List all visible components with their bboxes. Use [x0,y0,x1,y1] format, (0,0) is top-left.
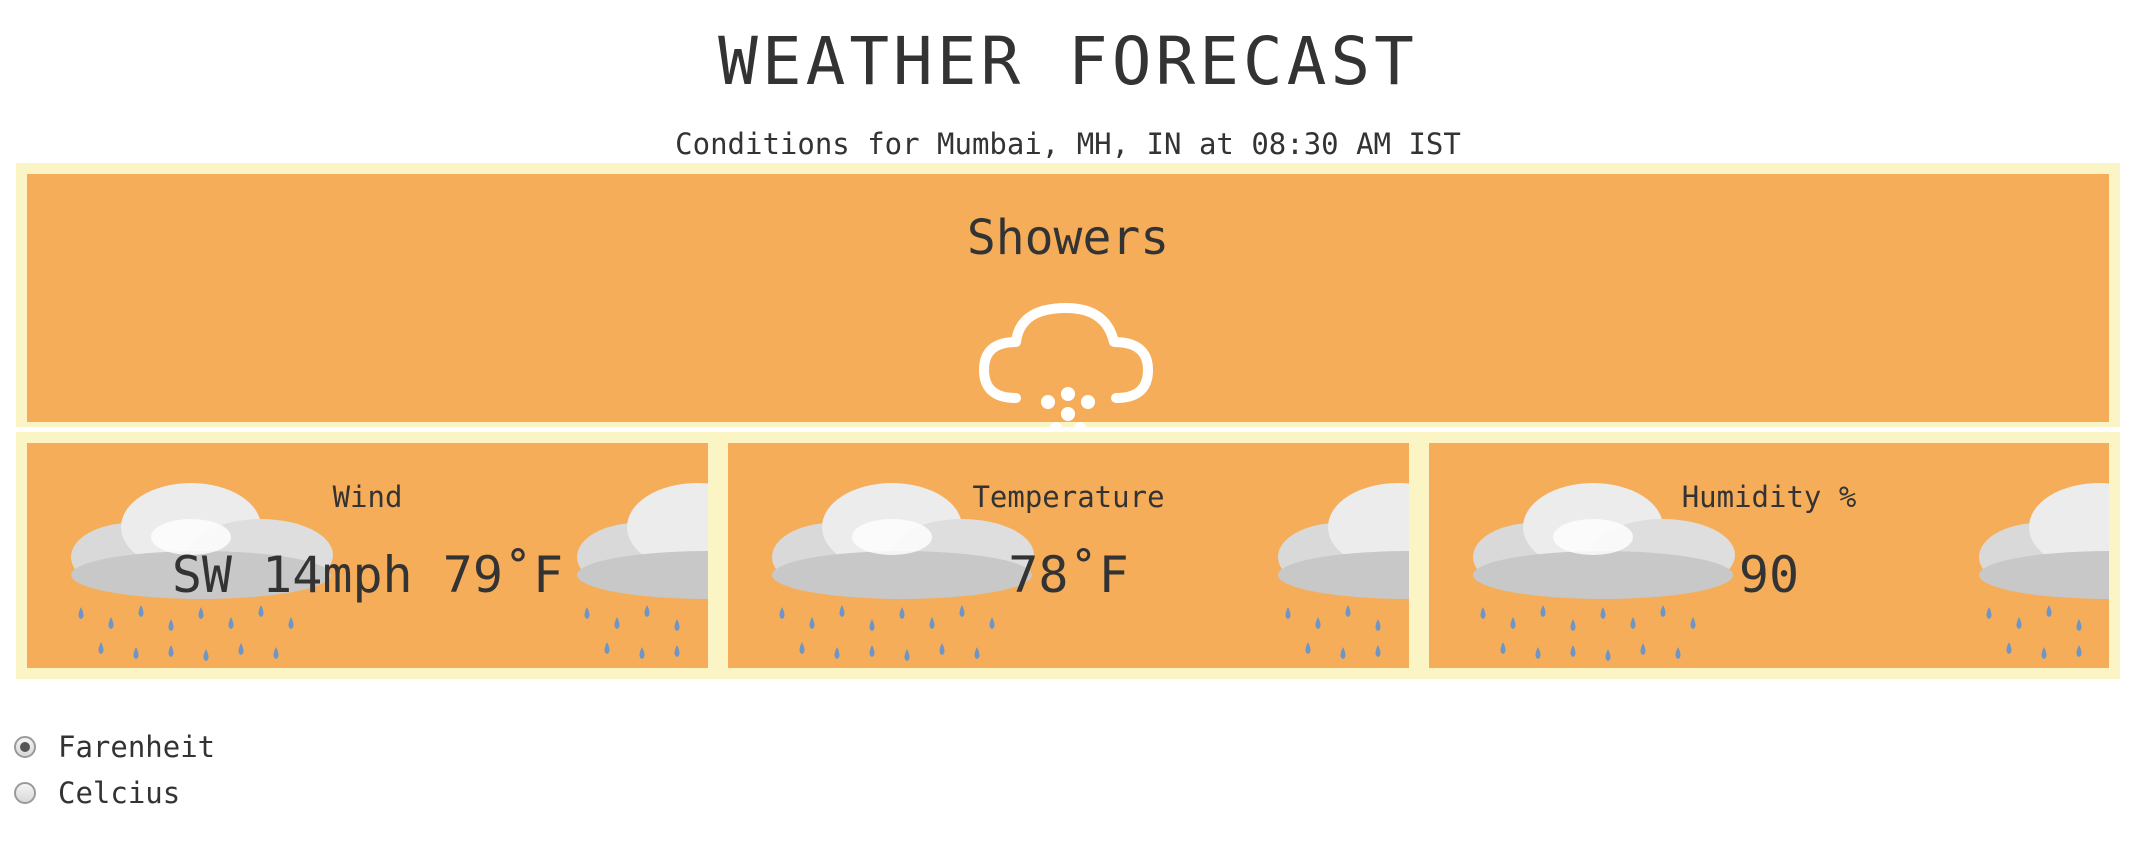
temperature-label: Temperature [972,480,1165,514]
wind-value: SW 14mph 79˚F [171,546,564,604]
farenheit-label[interactable]: Farenheit [58,730,215,764]
cloud-showers-icon [979,303,1153,434]
page-title: WEATHER FORECAST [718,23,1418,100]
unit-option-celcius[interactable]: Celcius [14,770,215,816]
humidity-label: Humidity % [1681,480,1857,514]
unit-selector: Farenheit Celcius [14,724,215,816]
wind-label: Wind [332,480,403,514]
farenheit-radio[interactable] [14,736,36,758]
unit-option-farenheit[interactable]: Farenheit [14,724,215,770]
humidity-card-body: Humidity % 90 [1429,443,2109,668]
wind-card-body: Wind SW 14mph 79˚F [27,443,708,668]
celcius-radio[interactable] [14,782,36,804]
humidity-value: 90 [1738,546,1800,604]
temperature-card-body: Temperature 78˚F [728,443,1409,668]
celcius-label[interactable]: Celcius [58,776,180,810]
temperature-value: 78˚F [1008,546,1129,604]
condition-text: Showers [966,210,1170,266]
location-subtitle: Conditions for Mumbai, MH, IN at 08:30 A… [675,127,1461,161]
weather-app: WEATHER FORECAST Conditions for Mumbai, … [0,0,2136,842]
